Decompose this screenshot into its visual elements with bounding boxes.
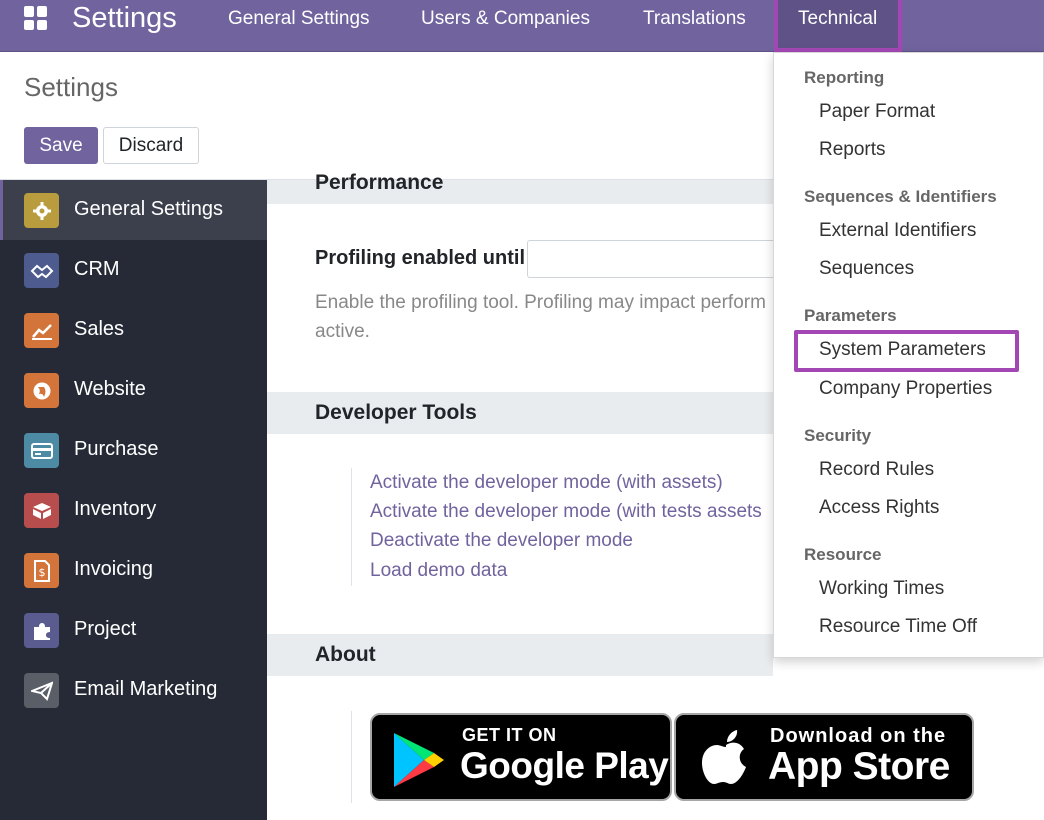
- about-divider: [351, 711, 352, 803]
- activate-dev-mode-assets-link[interactable]: Activate the developer mode (with assets…: [370, 472, 723, 494]
- page-title: Settings: [24, 72, 118, 102]
- sidebar-item-label: Website: [74, 378, 146, 400]
- globe-icon: [24, 373, 59, 408]
- app-store-badge[interactable]: Download on the App Store: [674, 713, 974, 801]
- dropdown-item-access-rights[interactable]: Access Rights: [819, 497, 939, 519]
- sidebar-item-general-settings[interactable]: General Settings: [0, 180, 267, 240]
- app-store-big-text: App Store: [768, 745, 950, 788]
- technical-dropdown-menu: Reporting Paper Format Reports Sequences…: [773, 52, 1044, 658]
- dropdown-header-security: Security: [804, 426, 872, 445]
- apps-grid-icon[interactable]: [24, 6, 48, 30]
- sidebar-item-website[interactable]: Website: [0, 360, 267, 420]
- developer-tools-title: Developer Tools: [315, 401, 477, 424]
- chart-icon: [24, 313, 59, 348]
- sidebar-item-label: CRM: [74, 258, 120, 280]
- dropdown-item-reports[interactable]: Reports: [819, 139, 886, 161]
- google-play-badge[interactable]: GET IT ON Google Play: [370, 713, 672, 801]
- sidebar-item-purchase[interactable]: Purchase: [0, 420, 267, 480]
- save-button[interactable]: Save: [24, 127, 98, 164]
- developer-tools-divider: [351, 468, 352, 586]
- dropdown-item-external-identifiers[interactable]: External Identifiers: [819, 220, 976, 242]
- handshake-icon: [24, 253, 59, 288]
- profiling-help-text: Enable the profiling tool. Profiling may…: [315, 288, 775, 346]
- google-play-big-text: Google Play: [460, 745, 669, 786]
- sidebar-item-label: General Settings: [74, 198, 223, 220]
- sidebar-item-invoicing[interactable]: $ Invoicing: [0, 540, 267, 600]
- menu-technical[interactable]: Technical: [774, 0, 902, 52]
- dropdown-item-working-times[interactable]: Working Times: [819, 578, 944, 600]
- sidebar-item-project[interactable]: Project: [0, 600, 267, 660]
- puzzle-icon: [24, 613, 59, 648]
- sidebar-item-label: Project: [74, 618, 137, 640]
- menu-general-settings[interactable]: General Settings: [228, 8, 370, 30]
- sidebar-item-label: Invoicing: [74, 558, 153, 580]
- app-brand[interactable]: Settings: [72, 2, 177, 35]
- dropdown-header-parameters: Parameters: [804, 306, 897, 325]
- dropdown-item-company-properties[interactable]: Company Properties: [819, 378, 992, 400]
- svg-text:$: $: [38, 566, 45, 579]
- card-icon: [24, 433, 59, 468]
- menu-users-companies[interactable]: Users & Companies: [421, 8, 590, 30]
- google-play-icon: [394, 733, 444, 787]
- top-navbar: Settings General Settings Users & Compan…: [0, 0, 1044, 52]
- apple-icon: [702, 730, 746, 784]
- invoice-icon: $: [24, 553, 59, 588]
- discard-button[interactable]: Discard: [103, 127, 199, 164]
- sidebar-item-label: Inventory: [74, 498, 157, 520]
- settings-sidebar: General Settings CRM Sales Website Purch…: [0, 180, 267, 820]
- google-play-small-text: GET IT ON: [462, 725, 557, 745]
- menu-technical-label: Technical: [798, 8, 878, 29]
- deactivate-dev-mode-link[interactable]: Deactivate the developer mode: [370, 530, 633, 552]
- profiling-help-line-1: Enable the profiling tool. Profiling may…: [315, 292, 766, 313]
- sidebar-item-sales[interactable]: Sales: [0, 300, 267, 360]
- dropdown-header-sequences-identifiers: Sequences & Identifiers: [804, 187, 997, 206]
- sidebar-item-label: Email Marketing: [74, 678, 218, 700]
- box-icon: [24, 493, 59, 528]
- dropdown-item-system-parameters[interactable]: System Parameters: [819, 339, 986, 361]
- gear-icon: [24, 193, 59, 228]
- load-demo-data-link[interactable]: Load demo data: [370, 560, 507, 582]
- dropdown-header-resource: Resource: [804, 545, 882, 564]
- menu-translations[interactable]: Translations: [643, 8, 746, 30]
- dropdown-item-record-rules[interactable]: Record Rules: [819, 459, 934, 481]
- performance-title: Performance: [315, 171, 444, 194]
- about-title: About: [315, 643, 376, 666]
- sidebar-item-crm[interactable]: CRM: [0, 240, 267, 300]
- paper-plane-icon: [24, 673, 59, 708]
- sidebar-item-email-marketing[interactable]: Email Marketing: [0, 660, 267, 720]
- sidebar-item-label: Sales: [74, 318, 125, 340]
- dropdown-item-paper-format[interactable]: Paper Format: [819, 101, 935, 123]
- profiling-date-input[interactable]: [527, 240, 773, 278]
- profiling-label: Profiling enabled until: [315, 247, 525, 269]
- dropdown-item-sequences[interactable]: Sequences: [819, 258, 914, 280]
- profiling-help-line-2: active.: [315, 321, 370, 342]
- sidebar-item-label: Purchase: [74, 438, 159, 460]
- activate-dev-mode-tests-link[interactable]: Activate the developer mode (with tests …: [370, 501, 762, 523]
- dropdown-header-reporting: Reporting: [804, 68, 885, 87]
- sidebar-item-inventory[interactable]: Inventory: [0, 480, 267, 540]
- dropdown-item-resource-time-off[interactable]: Resource Time Off: [819, 616, 977, 638]
